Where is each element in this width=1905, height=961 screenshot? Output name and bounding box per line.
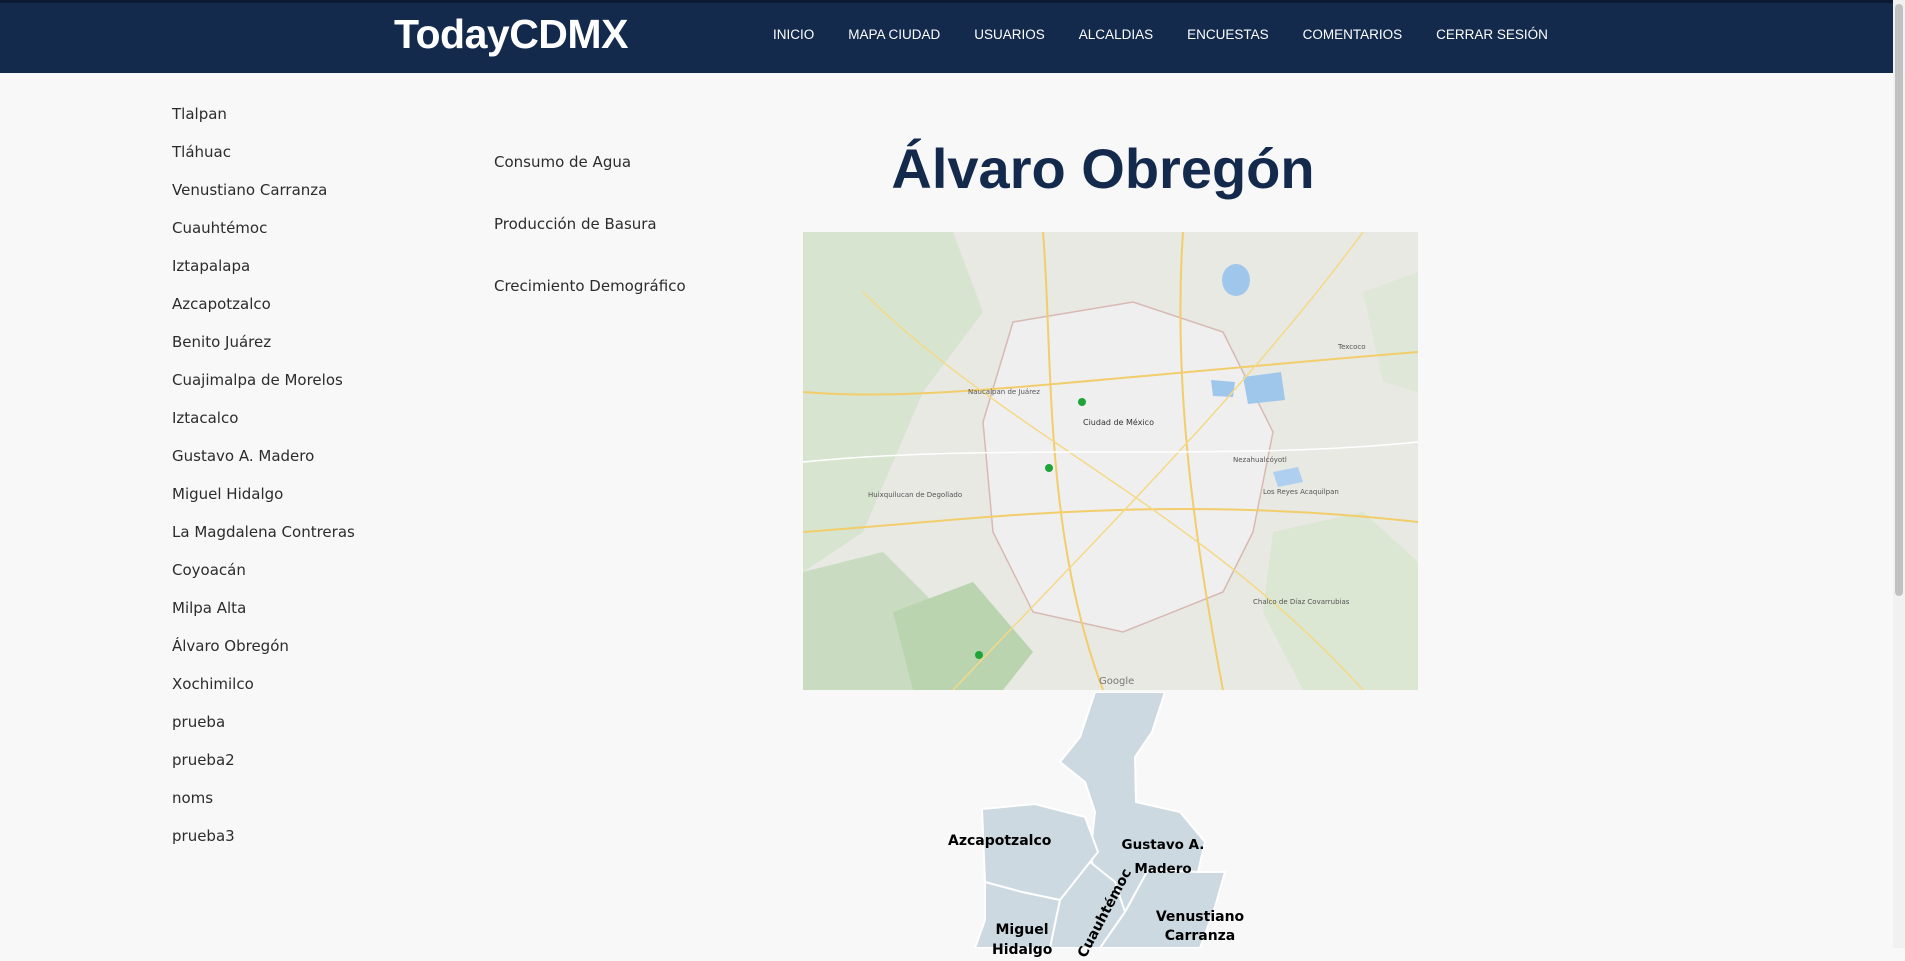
nav-link-encuestas[interactable]: ENCUESTAS — [1170, 27, 1286, 42]
map-label-texcoco: Texcoco — [1337, 343, 1366, 351]
page-title: Álvaro Obregón — [891, 137, 1315, 200]
nav-link-usuarios[interactable]: USUARIOS — [957, 27, 1062, 42]
nav-links: INICIO MAPA CIUDAD USUARIOS ALCALDIAS EN… — [756, 27, 1565, 42]
map-label-chalco: Chalco de Díaz Covarrubias — [1253, 598, 1350, 606]
sidebar-item-prueba2[interactable]: prueba2 — [172, 751, 355, 789]
map-google-logo: Google — [1099, 676, 1134, 687]
sidebar-item-magdalena-contreras[interactable]: La Magdalena Contreras — [172, 523, 355, 561]
sidebar-item-iztapalapa[interactable]: Iztapalapa — [172, 257, 355, 295]
sidebar-item-miguel-hidalgo[interactable]: Miguel Hidalgo — [172, 485, 355, 523]
alcaldias-sidebar: Tlalpan Tláhuac Venustiano Carranza Cuau… — [172, 105, 355, 865]
sidebar-item-xochimilco[interactable]: Xochimilco — [172, 675, 355, 713]
nav-link-comentarios[interactable]: COMENTARIOS — [1286, 27, 1420, 42]
sidebar-item-tlahuac[interactable]: Tláhuac — [172, 143, 355, 181]
sidebar-item-cuajimalpa[interactable]: Cuajimalpa de Morelos — [172, 371, 355, 409]
sidebar-item-prueba[interactable]: prueba — [172, 713, 355, 751]
sidebar-item-tlalpan[interactable]: Tlalpan — [172, 105, 355, 143]
sidebar-item-prueba3[interactable]: prueba3 — [172, 827, 355, 865]
page-scrollbar[interactable] — [1893, 0, 1905, 948]
city-map-graphic: Ciudad de México Naucalpan de Juárez Tex… — [803, 232, 1418, 690]
sidebar-item-cuauhtemoc[interactable]: Cuauhtémoc — [172, 219, 355, 257]
map-label-reyes: Los Reyes Acaquilpan — [1263, 488, 1339, 496]
nav-link-mapa-ciudad[interactable]: MAPA CIUDAD — [831, 27, 957, 42]
nav-link-cerrar-sesion[interactable]: CERRAR SESIÓN — [1419, 27, 1565, 42]
scrollbar-thumb[interactable] — [1895, 4, 1903, 596]
submenu-consumo-agua[interactable]: Consumo de Agua — [494, 153, 686, 215]
sidebar-item-coyoacan[interactable]: Coyoacán — [172, 561, 355, 599]
stats-submenu: Consumo de Agua Producción de Basura Cre… — [494, 153, 686, 339]
submenu-crecimiento-demografico[interactable]: Crecimiento Demográfico — [494, 277, 686, 339]
map-label-nezahualcoyotl: Nezahualcóyotl — [1233, 456, 1287, 464]
label-miguel-hidalgo: Miguel Hidalgo — [992, 922, 1053, 958]
brand-logo[interactable]: TodayCDMX — [394, 11, 628, 58]
sidebar-item-venustiano-carranza[interactable]: Venustiano Carranza — [172, 181, 355, 219]
sidebar-item-alvaro-obregon[interactable]: Álvaro Obregón — [172, 637, 355, 675]
map-label-huixquilucan: Huixquilucan de Degollado — [868, 491, 962, 499]
sidebar-item-iztacalco[interactable]: Iztacalco — [172, 409, 355, 447]
label-azcapotzalco: Azcapotzalco — [948, 833, 1052, 849]
sidebar-item-benito-juarez[interactable]: Benito Juárez — [172, 333, 355, 371]
submenu-produccion-basura[interactable]: Producción de Basura — [494, 215, 686, 277]
sidebar-item-milpa-alta[interactable]: Milpa Alta — [172, 599, 355, 637]
nav-link-inicio[interactable]: INICIO — [756, 27, 831, 42]
top-navbar: TodayCDMX INICIO MAPA CIUDAD USUARIOS AL… — [0, 0, 1905, 73]
city-map-image[interactable]: Ciudad de México Naucalpan de Juárez Tex… — [803, 232, 1418, 690]
map-label-naucalpan: Naucalpan de Juárez — [968, 388, 1040, 396]
sidebar-item-noms[interactable]: noms — [172, 789, 355, 827]
label-venustiano-carranza: Venustiano Carranza — [1155, 909, 1245, 944]
map-label-ciudad: Ciudad de México — [1083, 417, 1154, 427]
alcaldias-map[interactable]: Azcapotzalco Gustavo A. Madero Miguel Hi… — [940, 691, 1280, 960]
sidebar-item-azcapotzalco[interactable]: Azcapotzalco — [172, 295, 355, 333]
nav-link-alcaldias[interactable]: ALCALDIAS — [1062, 27, 1170, 42]
sidebar-item-gustavo-a-madero[interactable]: Gustavo A. Madero — [172, 447, 355, 485]
